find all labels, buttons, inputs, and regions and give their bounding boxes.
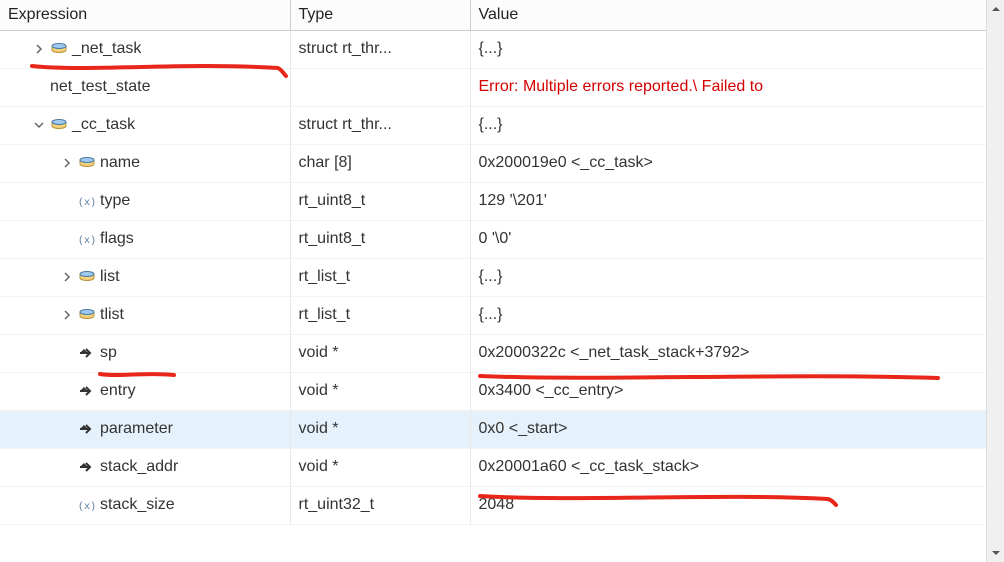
- type-cell: void *: [290, 372, 470, 410]
- expression-name: entry: [100, 382, 136, 400]
- table-row[interactable]: tlist rt_list_t{...}: [0, 296, 1004, 334]
- value-cell: 0x20001a60 <_cc_task_stack>: [470, 448, 1004, 486]
- table-row[interactable]: name char [8]0x200019e0 <_cc_task>: [0, 144, 1004, 182]
- type-cell: char [8]: [290, 144, 470, 182]
- vertical-scrollbar[interactable]: [986, 0, 1004, 562]
- struct-icon: [50, 117, 68, 133]
- value-cell: 2048: [470, 486, 1004, 524]
- expression-name: name: [100, 154, 140, 172]
- pointer-icon: [78, 345, 96, 361]
- value-cell: {...}: [470, 296, 1004, 334]
- pointer-icon: [78, 421, 96, 437]
- value-cell: {...}: [470, 258, 1004, 296]
- table-row[interactable]: parameter void *0x0 <_start>: [0, 410, 1004, 448]
- expression-name: parameter: [100, 420, 173, 438]
- scroll-up-button[interactable]: [987, 0, 1004, 18]
- value-cell: 0x0 <_start>: [470, 410, 1004, 448]
- value-cell: 0x200019e0 <_cc_task>: [470, 144, 1004, 182]
- value-cell: 0 '\0': [470, 220, 1004, 258]
- type-cell: rt_list_t: [290, 258, 470, 296]
- expression-name: sp: [100, 344, 117, 362]
- variable-icon: (x)=: [78, 193, 96, 209]
- chevron-right-icon[interactable]: [60, 270, 74, 284]
- struct-icon: [78, 155, 96, 171]
- table-row[interactable]: list rt_list_t{...}: [0, 258, 1004, 296]
- table-row[interactable]: net_test_state Error: Multiple errors rep…: [0, 68, 1004, 106]
- variable-icon: (x)=: [78, 497, 96, 513]
- type-cell: rt_uint8_t: [290, 182, 470, 220]
- type-cell: rt_uint32_t: [290, 486, 470, 524]
- value-cell: 129 '\201': [470, 182, 1004, 220]
- table-header-row: Expression Type Value: [0, 0, 1004, 30]
- table-row[interactable]: stack_addr void *0x20001a60 <_cc_task_sta…: [0, 448, 1004, 486]
- type-cell: struct rt_thr...: [290, 30, 470, 68]
- table-row[interactable]: (x)= stack_size rt_uint32_t2048: [0, 486, 1004, 524]
- value-cell: 0x2000322c <_net_task_stack+3792>: [470, 334, 1004, 372]
- value-cell: {...}: [470, 106, 1004, 144]
- pointer-icon: [78, 383, 96, 399]
- svg-text:(x)=: (x)=: [78, 501, 96, 513]
- table-row[interactable]: entry void *0x3400 <_cc_entry>: [0, 372, 1004, 410]
- type-cell: rt_list_t: [290, 296, 470, 334]
- pointer-icon: [78, 459, 96, 475]
- struct-icon: [78, 307, 96, 323]
- chevron-right-icon[interactable]: [32, 42, 46, 56]
- expression-name: type: [100, 192, 130, 210]
- col-header-expression[interactable]: Expression: [0, 0, 290, 30]
- type-cell: void *: [290, 410, 470, 448]
- expression-name: tlist: [100, 306, 124, 324]
- expression-name: _cc_task: [72, 116, 135, 134]
- table-row[interactable]: sp void *0x2000322c <_net_task_stack+3792…: [0, 334, 1004, 372]
- svg-text:(x)=: (x)=: [78, 235, 96, 247]
- struct-icon: [78, 269, 96, 285]
- variables-table: Expression Type Value _net_taskstruct rt…: [0, 0, 1004, 525]
- table-row[interactable]: _cc_task struct rt_thr...{...}: [0, 106, 1004, 144]
- struct-icon: [50, 41, 68, 57]
- table-row[interactable]: (x)= flags rt_uint8_t0 '\0': [0, 220, 1004, 258]
- chevron-down-icon[interactable]: [32, 118, 46, 132]
- scroll-down-button[interactable]: [987, 544, 1004, 562]
- table-row[interactable]: (x)= type rt_uint8_t129 '\201': [0, 182, 1004, 220]
- expression-name: list: [100, 268, 120, 286]
- type-cell: void *: [290, 448, 470, 486]
- type-cell: [290, 68, 470, 106]
- col-header-type[interactable]: Type: [290, 0, 470, 30]
- chevron-right-icon[interactable]: [60, 156, 74, 170]
- chevron-right-icon[interactable]: [60, 308, 74, 322]
- value-cell: Error: Multiple errors reported.\ Failed…: [470, 68, 1004, 106]
- type-cell: rt_uint8_t: [290, 220, 470, 258]
- type-cell: void *: [290, 334, 470, 372]
- variable-icon: (x)=: [78, 231, 96, 247]
- expression-name: flags: [100, 230, 134, 248]
- expression-name: net_test_state: [50, 78, 151, 96]
- expression-name: stack_size: [100, 496, 175, 514]
- type-cell: struct rt_thr...: [290, 106, 470, 144]
- value-cell: 0x3400 <_cc_entry>: [470, 372, 1004, 410]
- table-row[interactable]: _net_task struct rt_thr...{...}: [0, 30, 1004, 68]
- col-header-value[interactable]: Value: [470, 0, 1004, 30]
- expression-name: _net_task: [72, 40, 141, 58]
- value-cell: {...}: [470, 30, 1004, 68]
- expression-name: stack_addr: [100, 458, 178, 476]
- svg-text:(x)=: (x)=: [78, 197, 96, 209]
